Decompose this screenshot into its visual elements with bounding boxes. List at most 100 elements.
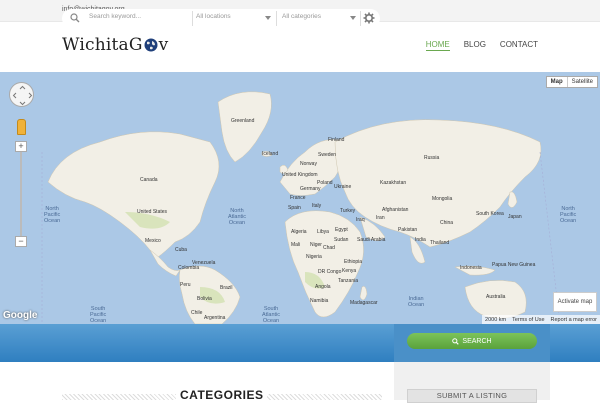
map-label: China (440, 220, 454, 226)
map-label: Kazakhstan (380, 180, 407, 186)
map-label: Spain (288, 205, 301, 211)
street-view-pegman-icon[interactable] (17, 119, 26, 135)
terms-link[interactable]: Terms of Use (512, 317, 544, 323)
map-label: India (415, 237, 426, 243)
zoom-out-button[interactable]: − (15, 236, 27, 247)
keyword-input[interactable]: Search keyword... (89, 13, 141, 20)
map-label: Argentina (204, 315, 226, 321)
map-type-satellite-button[interactable]: Satellite (568, 77, 597, 87)
map-label: Angola (315, 284, 331, 290)
report-error-link[interactable]: Report a map error (551, 317, 597, 323)
map-label: Indonesia (460, 265, 482, 271)
map-label: Tanzania (338, 278, 359, 284)
map-label: Madagascar (350, 300, 378, 306)
category-select[interactable]: All categories (282, 13, 321, 20)
map-label: South Korea (476, 211, 504, 217)
site-logo[interactable]: WichitaG v (62, 35, 168, 55)
map-label: Iraq (356, 217, 365, 223)
map-label: Egypt (335, 227, 348, 233)
zoom-control: + − (15, 141, 27, 247)
map-label: Chile (191, 310, 203, 316)
search-form: Search keyword... All locations All cate… (62, 9, 380, 28)
zoom-in-button[interactable]: + (15, 141, 27, 152)
map-label: Papua New Guinea (492, 262, 536, 268)
map-label: Norway (300, 161, 317, 167)
nav-contact[interactable]: CONTACT (500, 40, 538, 51)
logo-text-prefix: WichitaG (62, 35, 143, 55)
map-label: Saudi Arabia (357, 237, 386, 243)
search-button-label: SEARCH (462, 337, 492, 345)
nav-home[interactable]: HOME (425, 40, 450, 51)
pan-control[interactable] (9, 82, 34, 107)
ocean-label: South Atlantic Ocean (262, 306, 281, 324)
map-label: Afghanistan (382, 207, 409, 213)
map-label: United States (137, 209, 168, 215)
map-label: Sudan (334, 237, 349, 243)
map-label: Mexico (145, 238, 161, 244)
ocean-label: North Atlantic Ocean (228, 208, 247, 226)
google-logo[interactable]: Google (3, 310, 37, 321)
map-label: Brazil (220, 285, 233, 291)
map-label: Niger (310, 242, 322, 248)
search-icon (70, 13, 80, 23)
sidebar-panel: SUBMIT A LISTING (394, 362, 550, 403)
gear-icon[interactable] (363, 12, 375, 24)
map-label: Iran (376, 215, 385, 221)
logo-text-suffix: v (158, 35, 169, 55)
map-scale: 2000 km (485, 316, 507, 323)
content-area: CATEGORIES SUBMIT A LISTING (0, 362, 600, 403)
ocean-label: South Pacific Ocean (90, 306, 107, 324)
world-map[interactable]: Greenland Iceland Finland Norway Sweden … (0, 72, 600, 324)
activate-map-button[interactable]: Activate map (553, 292, 597, 312)
chevron-down-icon (350, 16, 356, 20)
map-label: Mali (291, 242, 301, 248)
map-label: Chad (323, 245, 335, 251)
search-icon (452, 337, 460, 345)
map-label: Cuba (175, 247, 187, 253)
ocean-label: North Pacific Ocean (44, 206, 61, 224)
submit-listing-button[interactable]: SUBMIT A LISTING (407, 389, 537, 403)
map-label: DR Congo (318, 269, 342, 275)
map-label: Mongolia (432, 196, 453, 202)
map-label: Japan (508, 214, 522, 220)
map-type-control: Map Satellite (545, 76, 598, 88)
map-label: Kenya (342, 268, 357, 274)
map-label: Peru (180, 282, 191, 288)
main-nav: HOME BLOG CONTACT (425, 40, 538, 51)
map-label: United Kingdom (282, 172, 318, 178)
nav-blog[interactable]: BLOG (464, 40, 486, 51)
map-type-map-button[interactable]: Map (547, 77, 568, 87)
map-label: Finland (328, 137, 345, 143)
map-label: Nigeria (306, 254, 322, 260)
map-attribution: 2000 km Terms of Use Report a map error (482, 315, 600, 324)
map-label: Colombia (178, 265, 200, 271)
location-select[interactable]: All locations (196, 13, 231, 20)
map-label: Turkey (340, 208, 356, 214)
ocean-label: Indian Ocean (408, 296, 425, 308)
map-label: Sweden (318, 152, 337, 158)
map-label: Germany (300, 186, 321, 192)
map-label: Ukraine (334, 184, 352, 190)
map-label: Bolivia (197, 296, 212, 302)
map-label: Italy (312, 203, 322, 209)
divider (360, 11, 361, 26)
search-button[interactable]: SEARCH (407, 333, 537, 349)
map-label: Greenland (231, 118, 255, 124)
map-label: Ethiopia (344, 259, 363, 265)
map-label: Algeria (291, 229, 307, 235)
map-label: Iceland (262, 151, 279, 157)
header: WichitaG v HOME BLOG CONTACT (0, 22, 600, 72)
divider (276, 11, 277, 26)
pan-arrows-icon (12, 85, 33, 106)
map-label: Australia (486, 294, 506, 300)
map-label: Thailand (430, 240, 450, 246)
globe-icon (144, 38, 158, 52)
ocean-label: North Pacific Ocean (560, 206, 577, 224)
chevron-down-icon (265, 16, 271, 20)
map-label: Russia (424, 155, 440, 161)
divider (192, 11, 193, 26)
map-label: France (290, 195, 306, 201)
map-label: Libya (317, 229, 329, 235)
map-label: Namibia (310, 298, 329, 304)
zoom-slider-track[interactable] (20, 152, 22, 236)
